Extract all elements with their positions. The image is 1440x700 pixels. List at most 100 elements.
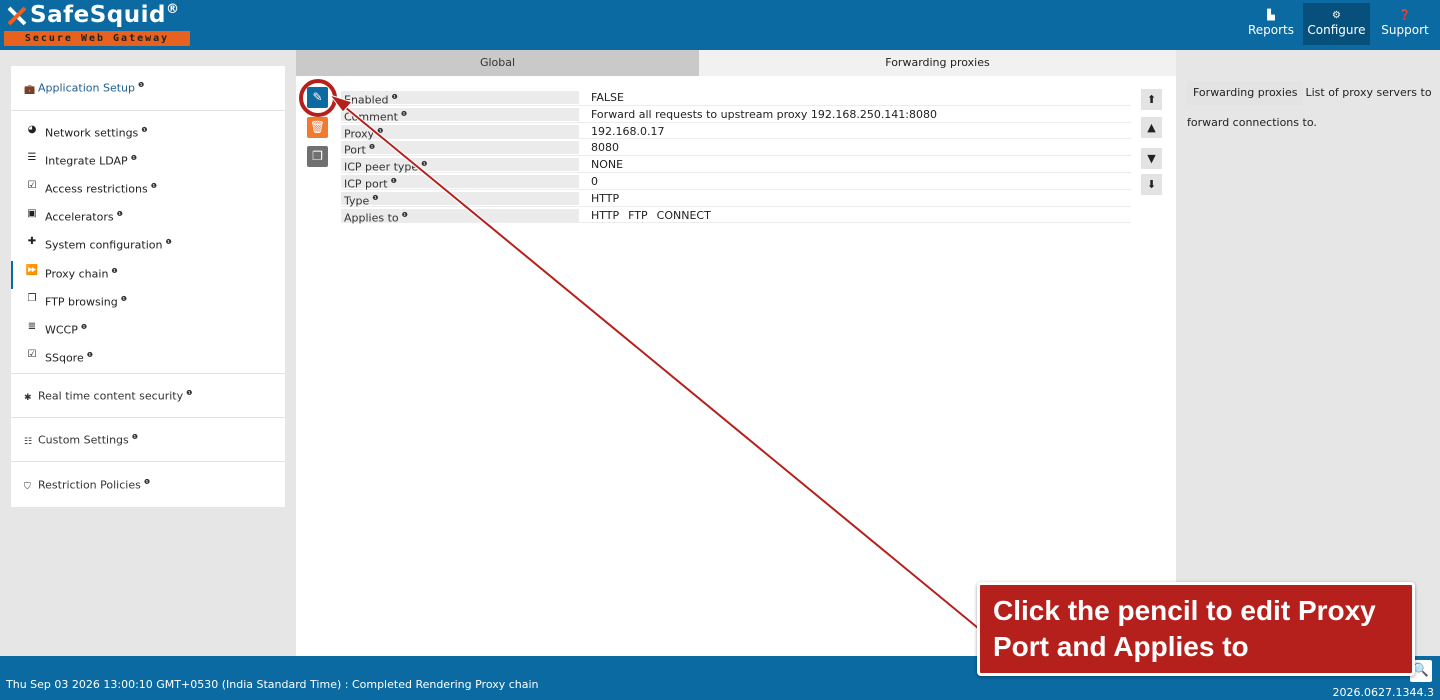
- sidebar-item-accelerators[interactable]: ▣ Accelerators ❶: [11, 204, 285, 232]
- edit-button[interactable]: ✎: [307, 87, 328, 108]
- table-row: Proxy ❶ 192.168.0.17: [341, 123, 1131, 140]
- sidebar-custom-settings[interactable]: ☷ Custom Settings ❶: [24, 433, 138, 447]
- caret-down-icon: ▼: [1147, 152, 1156, 165]
- property-value: 8080: [591, 141, 619, 155]
- brand-tagline: Secure Web Gateway: [4, 31, 190, 46]
- nav-reports-label: Reports: [1247, 23, 1295, 37]
- sidebar-application-setup[interactable]: 💼 Application Setup ❶: [24, 81, 144, 95]
- property-value: 0: [591, 174, 598, 188]
- sidebar-item-proxy-chain[interactable]: ⏩ Proxy chain ❶: [11, 261, 285, 289]
- info-icon: ❶: [401, 210, 408, 219]
- property-value: NONE: [591, 158, 624, 172]
- table-row: Comment ❶ Forward all requests to upstrea…: [341, 106, 1131, 123]
- info-icon: ❶: [368, 143, 376, 152]
- sidebar-item-label: WCCP: [45, 323, 78, 337]
- sidebar-section-label: Real time content security: [38, 389, 184, 403]
- version-label: 2026.0627.1344.3: [1332, 686, 1434, 699]
- nav-reports[interactable]: ▙ Reports: [1240, 3, 1302, 45]
- sidebar-real-time-content-security[interactable]: ✱ Real time content security ❶: [24, 389, 192, 403]
- train-icon: ▣: [27, 208, 37, 219]
- tab-forwarding-proxies[interactable]: Forwarding proxies: [699, 50, 1176, 76]
- property-value-list: HTTP FTP CONNECT: [591, 209, 720, 222]
- property-key: Comment ❶: [341, 107, 579, 123]
- sidebar-section-application-setup[interactable]: 💼 Application Setup ❶: [11, 66, 285, 111]
- help-icon: ❓: [1398, 10, 1412, 21]
- table-row: Enabled ❶ FALSE: [341, 89, 1131, 107]
- copy-icon: ❐: [27, 293, 37, 304]
- sidebar-item-wccp[interactable]: ≣ WCCP ❶: [11, 317, 285, 345]
- sidebar-application-setup-label: Application Setup: [38, 81, 135, 95]
- info-icon[interactable]: ❶: [81, 323, 87, 331]
- info-icon[interactable]: ❶: [131, 154, 137, 162]
- sidebar-item-access-restrictions[interactable]: ☑ Access restrictions ❶: [11, 176, 285, 204]
- sidebar-section-real-time[interactable]: ✱ Real time content security ❶: [11, 373, 285, 418]
- sidebar-item-integrate-ldap[interactable]: ☰ Integrate LDAP ❶: [11, 148, 285, 176]
- copy-icon: ❐: [312, 149, 323, 163]
- top-navbar: SafeSquid® Secure Web Gateway ▙ Reports …: [0, 0, 1440, 50]
- trash-icon: 🗑: [309, 120, 326, 134]
- property-value: HTTP: [591, 191, 620, 205]
- arrow-circle-up-icon: ⬆: [1146, 93, 1157, 106]
- search-icon: 🔍: [1412, 663, 1430, 678]
- proxy-entry-panel: ✎ 🗑 ❐ Enabled ❶ FALSE Comment ❶ Forward al…: [296, 76, 1176, 656]
- sidebar-section-custom-settings[interactable]: ☷ Custom Settings ❶: [11, 418, 285, 462]
- nav-configure[interactable]: ⚙ Configure: [1303, 3, 1370, 45]
- table-row: ICP peer type ❶ NONE: [341, 156, 1131, 174]
- globe-icon: ◕: [27, 124, 37, 135]
- info-icon[interactable]: ❶: [87, 351, 93, 359]
- move-up-button[interactable]: ▲: [1141, 117, 1162, 138]
- sidebar-item-label: Access restrictions: [45, 182, 148, 196]
- delete-button[interactable]: 🗑: [307, 117, 328, 138]
- info-icon[interactable]: ❶: [151, 182, 157, 190]
- sidebar-item-system-configuration[interactable]: ✚ System configuration ❶: [11, 232, 285, 260]
- brand-name: SafeSquid®: [30, 2, 180, 28]
- table-row: Type ❶ HTTP: [341, 190, 1131, 207]
- sidebar-item-label: SSqore: [45, 351, 84, 365]
- property-key: Proxy ❶: [341, 124, 579, 140]
- info-icon[interactable]: ❶: [165, 238, 171, 246]
- sidebar-restriction-policies[interactable]: ⛉ Restriction Policies ❶: [24, 478, 150, 492]
- sidebar-section-restriction-policies[interactable]: ⛉ Restriction Policies ❶: [11, 462, 285, 507]
- help-panel: Forwarding proxies List of proxy servers …: [1187, 78, 1440, 138]
- safesquid-logo[interactable]: SafeSquid® Secure Web Gateway: [4, 2, 190, 46]
- info-icon[interactable]: ❶: [111, 267, 117, 275]
- nav-support[interactable]: ❓ Support: [1371, 3, 1439, 45]
- property-key: Type ❶: [341, 191, 579, 207]
- copy-button[interactable]: ❐: [307, 146, 328, 167]
- gears-icon: ⚙: [1332, 10, 1341, 21]
- bug-icon: ✱: [24, 392, 32, 403]
- properties-table: Enabled ❶ FALSE Comment ❶ Forward all requ…: [341, 89, 1131, 224]
- list-icon: ☰: [27, 152, 37, 163]
- info-icon: ❶: [372, 193, 379, 202]
- help-tag: Forwarding proxies: [1187, 81, 1304, 105]
- property-value: FALSE: [591, 91, 624, 104]
- info-icon[interactable]: ❶: [117, 210, 123, 218]
- sidebar-item-label: Accelerators: [45, 210, 114, 224]
- info-icon[interactable]: ❶: [121, 295, 127, 303]
- server-icon: ≣: [27, 321, 37, 332]
- sidebar-item-ftp-browsing[interactable]: ❐ FTP browsing ❶: [11, 289, 285, 317]
- info-icon[interactable]: ❶: [132, 433, 138, 441]
- sidebar-section-label: Restriction Policies: [38, 478, 141, 492]
- caret-up-icon: ▲: [1147, 121, 1156, 134]
- sidebar-item-ssqore[interactable]: ☑ SSqore ❶: [11, 345, 285, 373]
- briefcase-icon: 💼: [24, 84, 36, 95]
- move-down-button[interactable]: ▼: [1141, 148, 1162, 169]
- info-icon: ❶: [421, 160, 428, 169]
- info-icon[interactable]: ❶: [138, 81, 144, 89]
- table-row: Port ❶ 8080: [341, 139, 1131, 157]
- info-icon: ❶: [377, 126, 384, 135]
- property-value: 192.168.0.17: [591, 124, 665, 138]
- info-icon[interactable]: ❶: [141, 126, 147, 134]
- info-icon[interactable]: ❶: [144, 478, 150, 486]
- nav-support-label: Support: [1381, 23, 1429, 37]
- sidebar-item-network-settings[interactable]: ◕ Network settings ❶: [11, 120, 285, 148]
- shield-icon: ⛉: [24, 481, 31, 492]
- move-top-button[interactable]: ⬆: [1141, 89, 1162, 110]
- table-row: Applies to ❶ HTTP FTP CONNECT: [341, 207, 1131, 224]
- move-bottom-button[interactable]: ⬇: [1141, 174, 1162, 195]
- sidebar: 💼 Application Setup ❶ ◕ Network settings ❶ ☰…: [11, 66, 285, 507]
- info-icon[interactable]: ❶: [186, 389, 192, 397]
- nav-configure-label: Configure: [1307, 23, 1366, 37]
- tab-global[interactable]: Global: [296, 50, 699, 76]
